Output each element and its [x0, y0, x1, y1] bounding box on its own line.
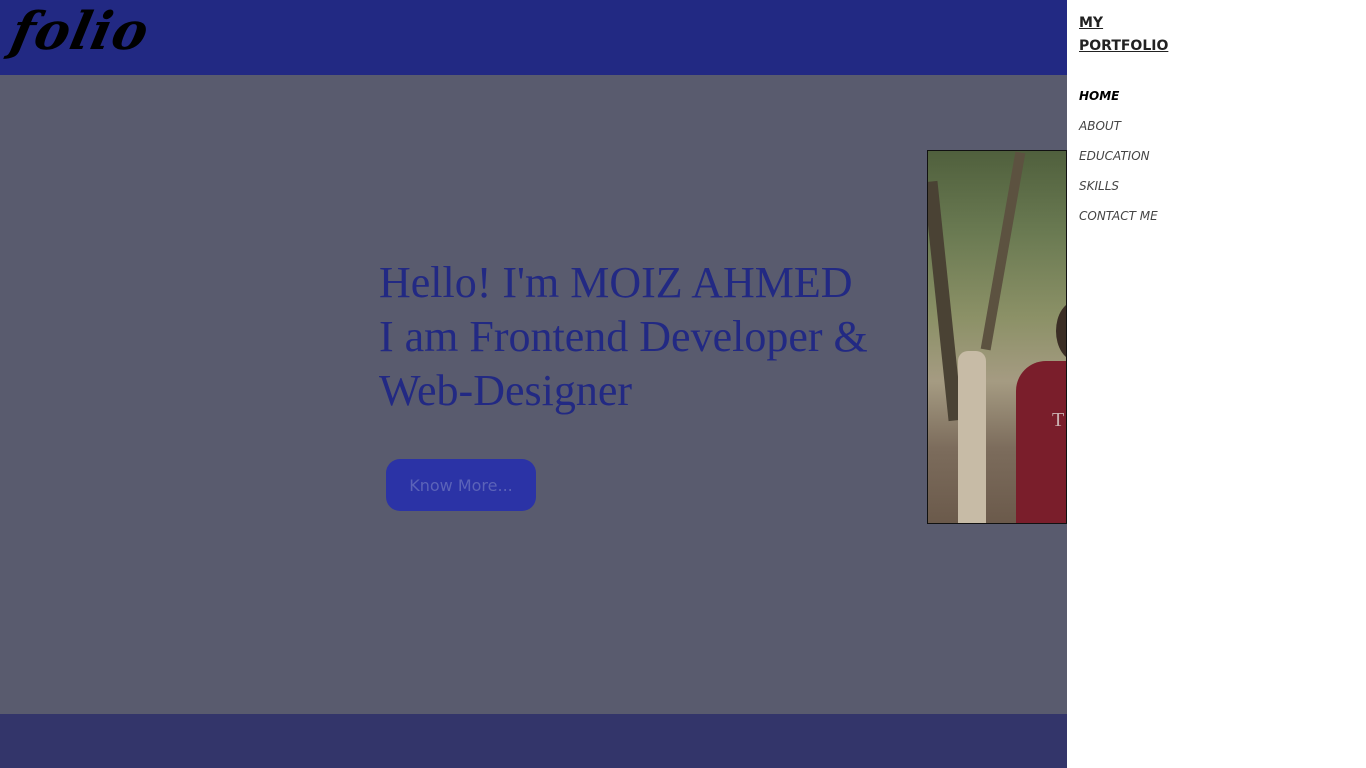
site-logo[interactable]: folio	[6, 1, 155, 62]
nav-item-about[interactable]: ABOUT	[1079, 116, 1158, 146]
top-navbar: folio	[0, 0, 1067, 75]
menu-title[interactable]: MY PORTFOLIO	[1079, 12, 1168, 58]
nav-item-contact-me[interactable]: CONTACT ME	[1079, 206, 1158, 236]
photo-person-head	[1056, 301, 1066, 361]
hero-heading-line-1: Hello! I'm MOIZ AHMED	[379, 258, 853, 307]
photo-tree-branch	[980, 151, 1026, 351]
photo-person-shirt	[1016, 361, 1066, 523]
menu-title-line-1: MY	[1079, 15, 1104, 31]
hero-section: Hello! I'm MOIZ AHMED I am Frontend Deve…	[0, 75, 1067, 714]
hero-heading-line-3: Web-Designer	[379, 366, 633, 415]
side-nav: HOME ABOUT EDUCATION SKILLS CONTACT ME	[1079, 86, 1158, 236]
menu-title-line-2: PORTFOLIO	[1079, 38, 1169, 54]
know-more-button[interactable]: Know More...	[386, 459, 536, 511]
nav-item-education[interactable]: EDUCATION	[1079, 146, 1158, 176]
bottom-bar	[0, 714, 1067, 768]
side-menu: MY PORTFOLIO HOME ABOUT EDUCATION SKILLS…	[1067, 0, 1366, 768]
profile-photo: T	[927, 150, 1067, 524]
photo-shirt-letter: T	[1052, 409, 1065, 431]
page: folio Hello! I'm MOIZ AHMED I am Fronten…	[0, 0, 1366, 768]
photo-pillar	[958, 351, 986, 523]
hero-heading: Hello! I'm MOIZ AHMED I am Frontend Deve…	[379, 256, 919, 418]
nav-item-home[interactable]: HOME	[1079, 86, 1158, 116]
hero-heading-line-2: I am Frontend Developer &	[379, 312, 868, 361]
nav-item-skills[interactable]: SKILLS	[1079, 176, 1158, 206]
